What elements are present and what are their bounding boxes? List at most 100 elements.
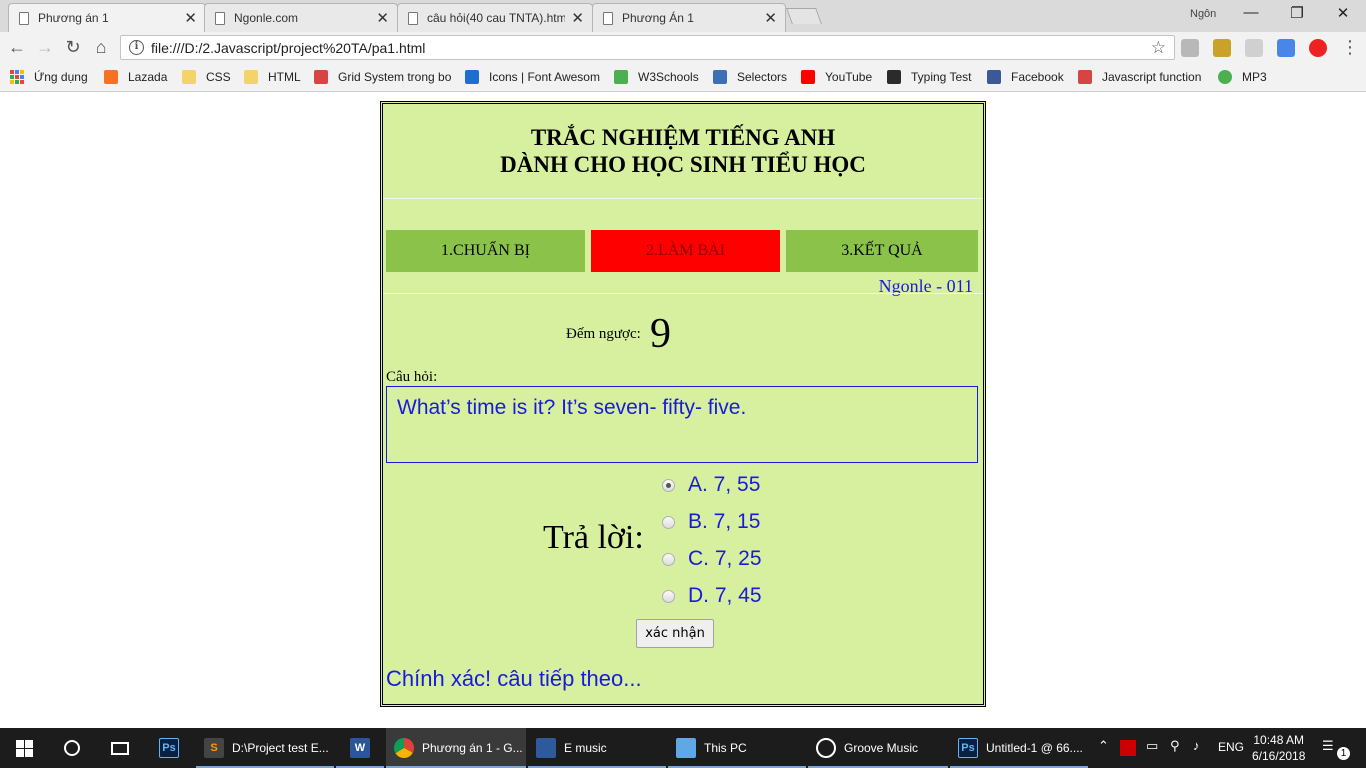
taskbar-word[interactable]: W [336,728,384,768]
radio-option-a[interactable] [662,478,675,492]
url-text[interactable]: file:///D:/2.Javascript/project%20TA/pa1… [151,40,425,56]
bookmark-javascript-function[interactable]: Javascript function [1078,70,1201,84]
bookmark-apps[interactable]: Ứng dụng [10,70,88,84]
bookmark-css[interactable]: CSS [182,70,231,84]
bookmark-lazada[interactable]: Lazada [104,70,167,84]
bookmark-label: Selectors [737,70,788,84]
close-icon[interactable]: ✕ [184,9,197,27]
tab-ngonle[interactable]: Ngonle.com ✕ [204,3,398,32]
taskbar-groove-music[interactable]: Groove Music [808,728,948,768]
battery-icon[interactable]: ▭ [1146,738,1158,754]
extension-icon[interactable] [1181,39,1199,57]
bookmark-youtube[interactable]: YouTube [801,70,872,84]
vivaldi-tray-icon[interactable] [1120,740,1136,756]
start-button[interactable] [0,728,48,768]
chevron-up-icon[interactable]: ⌃ [1098,738,1109,754]
taskbar-label: Untitled-1 @ 66.... [986,741,1083,755]
bookmark-label: Icons | Font Awesom [489,70,600,84]
restore-icon[interactable]: ❐ [1274,4,1320,22]
close-window-icon[interactable]: ✕ [1320,4,1366,22]
taskbar-sublime[interactable]: S D:\Project test E... [196,728,334,768]
system-clock[interactable]: 10:48 AM 6/16/2018 [1252,732,1305,764]
back-arrow-icon[interactable]: ← [6,37,28,58]
apps-grid-icon [10,70,24,84]
reload-icon[interactable]: ↻ [62,37,84,58]
option-a[interactable]: A. 7, 55 [662,473,760,497]
confirm-button[interactable]: xác nhận [636,619,714,648]
folder-icon [182,70,196,84]
radio-option-d[interactable] [662,589,675,603]
bookmark-label: W3Schools [638,70,699,84]
profile-name[interactable]: Ngôn [1190,8,1216,20]
option-d[interactable]: D. 7, 45 [662,584,762,608]
menu-kebab-icon[interactable]: ⋮ [1339,37,1361,58]
language-indicator[interactable]: ENG [1218,740,1244,754]
task-view-icon [111,741,129,755]
bookmark-mp3[interactable]: MP3 [1218,70,1267,84]
quiz-title-line-1: TRẮC NGHIỆM TIẾNG ANH [530,125,836,150]
network-icon[interactable]: ⚲ [1170,738,1180,754]
extension-icon[interactable] [1245,39,1263,57]
taskbar-photoshop-untitled[interactable]: Ps Untitled-1 @ 66.... [950,728,1088,768]
close-icon[interactable]: ✕ [571,9,584,27]
option-label: C. 7, 25 [688,547,762,570]
bookmark-font-awesome[interactable]: Icons | Font Awesom [465,70,601,84]
home-icon[interactable]: ⌂ [90,37,112,58]
radio-option-c[interactable] [662,552,675,566]
tab-cau-hoi[interactable]: câu hỏi(40 cau TNTA).htm ✕ [397,3,593,32]
volume-icon[interactable]: ♪ [1193,738,1200,753]
computer-icon [676,738,696,758]
bookmark-label: Facebook [1011,70,1064,84]
bookmark-facebook[interactable]: Facebook [987,70,1064,84]
bookmark-html[interactable]: HTML [244,70,301,84]
eyedropper-extension-icon[interactable] [1213,39,1231,57]
browser-toolbar: ← → ↻ ⌂ i file:///D:/2.Javascript/projec… [0,32,1366,63]
youtube-icon [801,70,815,84]
tab-title: Ngonle.com [234,11,299,25]
minimize-icon[interactable]: — [1228,4,1274,21]
feedback-message: Chính xác! câu tiếp theo... [386,666,642,691]
bookmark-label: CSS [206,70,231,84]
windows-taskbar: Ps S D:\Project test E... W Phương án 1 … [0,728,1366,768]
taskbar-photoshop[interactable]: Ps [144,728,194,768]
address-bar[interactable]: i file:///D:/2.Javascript/project%20TA/p… [120,35,1175,60]
taskbar-chrome[interactable]: Phương án 1 - G... [386,728,526,768]
bookmark-typing-test[interactable]: Typing Test [887,70,971,84]
taskbar-label: E music [564,741,607,755]
groove-music-icon [816,738,836,758]
step-results[interactable]: 3.KẾT QUẢ [786,230,978,272]
tab-phuong-an-1[interactable]: Phương án 1 ✕ [8,3,206,32]
divider [383,293,983,294]
notification-icon[interactable]: ☰ [1322,738,1334,754]
quiz-title: TRẮC NGHIỆM TIẾNG ANH DÀNH CHO HỌC SINH … [383,124,983,178]
info-icon[interactable]: i [129,40,144,55]
close-icon[interactable]: ✕ [376,9,389,27]
option-c[interactable]: C. 7, 25 [662,547,762,571]
bookmark-label: Typing Test [911,70,972,84]
taskbar-this-pc[interactable]: This PC [668,728,806,768]
windows-logo-icon [15,739,33,757]
bookmark-w3schools[interactable]: W3Schools [614,70,699,84]
opera-extension-icon[interactable] [1309,39,1327,57]
step-prepare[interactable]: 1.CHUẨN BỊ [386,230,585,272]
task-view-button[interactable] [96,728,144,768]
taskbar-e-music[interactable]: E music [528,728,666,768]
bookmark-label: Lazada [128,70,168,84]
translate-extension-icon[interactable] [1277,39,1295,57]
w3schools-icon [614,70,628,84]
bookmark-selectors[interactable]: Selectors [713,70,787,84]
forward-arrow-icon[interactable]: → [34,37,56,58]
clock-time: 10:48 AM [1253,733,1305,747]
step-do-test[interactable]: 2.LÀM BÀI [591,230,780,272]
cortana-search-button[interactable] [48,728,96,768]
bookmark-grid-system[interactable]: Grid System trong bo [314,70,454,84]
tab-phuong-an-1-second[interactable]: Phương Án 1 ✕ [592,3,786,32]
new-tab-button[interactable] [786,8,822,24]
option-b[interactable]: B. 7, 15 [662,510,760,534]
bookmark-star-icon[interactable]: ☆ [1151,38,1166,58]
radio-option-b[interactable] [662,515,675,529]
taskbar-label: Groove Music [844,741,919,755]
mp3-icon [1218,70,1232,84]
close-icon[interactable]: ✕ [764,9,777,27]
word-icon: W [350,738,370,758]
